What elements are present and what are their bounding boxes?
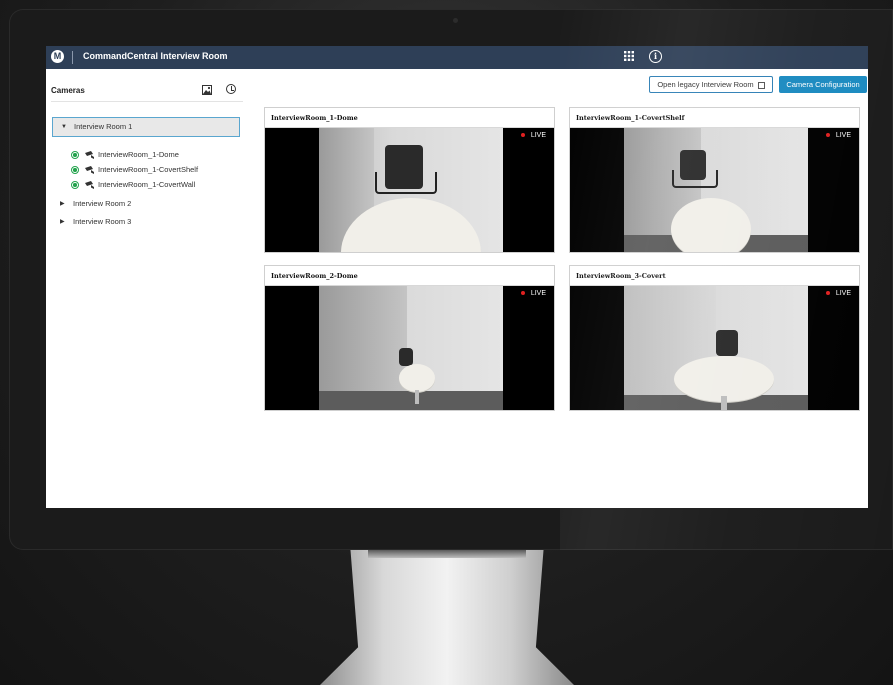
live-indicator: LIVE [520, 290, 546, 297]
camera-feed [624, 286, 808, 410]
live-dot-icon [825, 133, 830, 138]
video-tile[interactable]: InterviewRoom_1-CovertShelf LIVE [569, 107, 860, 253]
online-status-icon [71, 151, 79, 160]
caret-right-icon[interactable]: ▶ [60, 194, 65, 214]
tile-header: InterviewRoom_1-CovertShelf [570, 108, 859, 128]
cctv-camera-icon [85, 181, 94, 190]
cctv-camera-icon [85, 151, 94, 160]
live-dot-icon [520, 291, 525, 296]
stand-neck [368, 550, 526, 558]
video-tile[interactable]: InterviewRoom_3-Covert LIVE [569, 265, 860, 411]
camera-feed [624, 128, 808, 252]
motorola-logo-icon: M [51, 50, 64, 63]
live-indicator: LIVE [825, 290, 851, 297]
camera-label: InterviewRoom_1-CovertWall [98, 180, 196, 189]
app-title: CommandCentral Interview Room [83, 51, 228, 61]
room-interview-room-1[interactable]: ▼ Interview Room 1 [52, 117, 240, 137]
camera-feed [319, 286, 503, 410]
camera-label: InterviewRoom_1-CovertShelf [98, 165, 199, 174]
monitor-stand [320, 550, 574, 685]
online-status-icon [71, 166, 79, 175]
sidebar-divider [51, 101, 243, 102]
room-label: Interview Room 1 [74, 122, 133, 131]
snapshot-icon[interactable] [202, 85, 212, 95]
live-label: LIVE [835, 290, 851, 297]
room-label: Interview Room 3 [73, 217, 132, 226]
tile-title: InterviewRoom_3-Covert [576, 272, 666, 280]
live-label: LIVE [530, 132, 546, 139]
tile-header: InterviewRoom_3-Covert [570, 266, 859, 286]
camera-item[interactable]: InterviewRoom_1-CovertShelf [71, 164, 198, 176]
caret-right-icon[interactable]: ▶ [60, 212, 65, 232]
video-tile[interactable]: InterviewRoom_2-Dome LIVE [264, 265, 555, 411]
online-status-icon [71, 181, 79, 190]
legacy-button-label: Open legacy Interview Room [657, 80, 754, 89]
tile-header: InterviewRoom_1-Dome [265, 108, 554, 128]
header-divider [72, 51, 73, 64]
camera-item[interactable]: InterviewRoom_1-Dome [71, 149, 179, 161]
live-indicator: LIVE [520, 132, 546, 139]
info-icon[interactable]: i [649, 50, 662, 63]
camera-item[interactable]: InterviewRoom_1-CovertWall [71, 179, 195, 191]
cameras-sidebar: Cameras ▼ Interview Room 1 InterviewRoom… [46, 69, 244, 508]
room-label: Interview Room 2 [73, 199, 132, 208]
live-dot-icon [825, 291, 830, 296]
live-label: LIVE [835, 132, 851, 139]
camera-configuration-button[interactable]: Camera Configuration [779, 76, 867, 93]
tile-title: InterviewRoom_2-Dome [271, 272, 358, 280]
live-label: LIVE [530, 290, 546, 297]
webcam-dot [453, 18, 458, 23]
camera-feed [319, 128, 503, 252]
live-dot-icon [520, 133, 525, 138]
video-tile[interactable]: InterviewRoom_1-Dome LIVE [264, 107, 555, 253]
camera-label: InterviewRoom_1-Dome [98, 150, 179, 159]
history-icon[interactable] [226, 84, 236, 94]
cameras-heading: Cameras [51, 86, 85, 95]
room-interview-room-2[interactable]: ▶ Interview Room 2 [52, 194, 240, 214]
cctv-camera-icon [85, 166, 94, 175]
tile-header: InterviewRoom_2-Dome [265, 266, 554, 286]
open-legacy-room-button[interactable]: Open legacy Interview Room [649, 76, 773, 93]
apps-grid-icon[interactable] [624, 51, 634, 61]
tile-title: InterviewRoom_1-CovertShelf [576, 114, 685, 122]
app-header: M CommandCentral Interview Room i [46, 46, 868, 69]
screen: M CommandCentral Interview Room i Camera… [46, 46, 868, 508]
live-indicator: LIVE [825, 132, 851, 139]
room-interview-room-3[interactable]: ▶ Interview Room 3 [52, 212, 240, 232]
tile-title: InterviewRoom_1-Dome [271, 114, 358, 122]
external-link-icon [757, 81, 765, 89]
caret-down-icon[interactable]: ▼ [61, 118, 67, 136]
